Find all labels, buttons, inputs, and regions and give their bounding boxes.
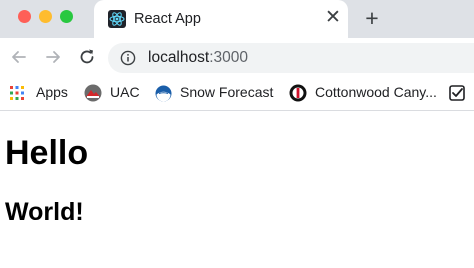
tab-strip: React App ✕ + (0, 0, 474, 38)
address-bar[interactable]: localhost:3000 (108, 43, 474, 73)
bookmarks-bar: Apps UAC Snow Forecast Cottonwood Cany..… (0, 76, 474, 111)
url-text[interactable]: localhost:3000 (148, 49, 248, 67)
maximize-window-button[interactable] (60, 10, 73, 23)
noaa-logo-icon (155, 85, 172, 102)
bookmark-snow-forecast[interactable]: Snow Forecast (155, 83, 275, 103)
info-icon[interactable] (120, 50, 136, 66)
tab-title: React App (134, 11, 201, 27)
bookmark-label: Snow Forecast (180, 84, 274, 100)
page-heading: Hello (5, 134, 89, 172)
page-subheading: World! (5, 198, 84, 226)
react-logo-icon (108, 10, 126, 28)
arrow-left-icon[interactable] (9, 47, 29, 67)
page-content: Hello World! (0, 111, 474, 268)
reload-icon[interactable] (77, 47, 97, 67)
arrow-right-icon[interactable] (43, 47, 63, 67)
browser-toolbar: localhost:3000 (0, 38, 474, 76)
plus-icon[interactable]: + (362, 7, 382, 30)
uac-logo-icon (84, 84, 102, 102)
cottonwood-logo-icon (289, 84, 307, 102)
bookmark-label: Apps (36, 84, 68, 100)
url-host: localhost (148, 49, 210, 66)
apps-grid-icon (10, 86, 24, 100)
bookmark-apps[interactable]: Apps (10, 83, 70, 103)
bookmark-label: UAC (110, 84, 140, 100)
checkbox-icon[interactable] (449, 83, 467, 103)
url-port: :3000 (209, 49, 248, 66)
bookmark-uac[interactable]: UAC (84, 83, 144, 103)
close-icon[interactable]: ✕ (324, 8, 342, 27)
bookmark-label: Cottonwood Cany... (315, 84, 437, 100)
minimize-window-button[interactable] (39, 10, 52, 23)
close-window-button[interactable] (18, 10, 31, 23)
tab-react-app[interactable]: React App ✕ (94, 0, 348, 38)
bookmark-cottonwood-canyons[interactable]: Cottonwood Cany... (289, 83, 439, 103)
